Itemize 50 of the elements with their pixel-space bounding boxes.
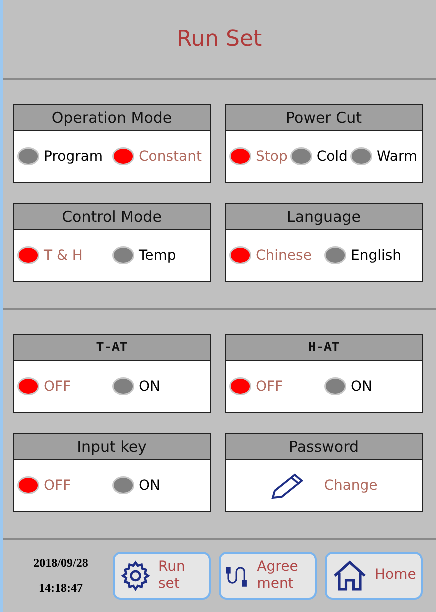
option-label: Stop — [256, 148, 288, 164]
option-label: Warm — [376, 148, 418, 164]
radio-indicator[interactable] — [231, 248, 250, 263]
change-label: Change — [324, 478, 378, 494]
panel-header: Password — [226, 434, 422, 460]
nav-button[interactable]: Run set — [113, 552, 211, 600]
radio-indicator[interactable] — [114, 478, 133, 493]
option-label: Temp — [139, 248, 176, 264]
option-label: Chinese — [256, 248, 312, 264]
radio-indicator[interactable] — [326, 379, 345, 394]
option-label: Constant — [139, 148, 202, 164]
radio-indicator[interactable] — [19, 149, 38, 164]
change-button[interactable]: Change — [270, 472, 378, 500]
nav-label: Agree ment — [257, 558, 300, 594]
nav-button[interactable]: Home — [325, 552, 423, 600]
option-label: ON — [139, 478, 160, 494]
page-title: Run Set — [3, 0, 436, 80]
option-label: T & H — [44, 248, 83, 264]
option-label: English — [351, 248, 402, 264]
option-label: ON — [139, 378, 160, 394]
option-label: OFF — [44, 378, 72, 394]
time-text: 14:18:47 — [39, 581, 83, 596]
panel-header: Language — [226, 204, 422, 230]
radio-indicator[interactable] — [114, 248, 133, 263]
radio-indicator[interactable] — [231, 379, 250, 394]
nav-button[interactable]: Agree ment — [219, 552, 317, 600]
nav-label: Run set — [158, 558, 186, 594]
radio-indicator[interactable] — [19, 248, 38, 263]
panel-header: Operation Mode — [14, 105, 210, 131]
option-label: OFF — [44, 478, 72, 494]
option-label: Program — [44, 148, 104, 164]
panel-header: Power Cut — [226, 105, 422, 131]
date-text: 2018/09/28 — [34, 556, 88, 571]
option-label: OFF — [256, 378, 284, 394]
pencil-icon — [270, 472, 306, 500]
nav-label: Home — [375, 567, 416, 585]
radio-indicator[interactable] — [114, 149, 133, 164]
option-label: ON — [351, 378, 372, 394]
radio-indicator[interactable] — [326, 248, 345, 263]
panel-header: H-AT — [226, 335, 422, 361]
panel-header: Input key — [14, 434, 210, 460]
radio-indicator[interactable] — [231, 149, 250, 164]
radio-indicator[interactable] — [19, 478, 38, 493]
option-label: Cold — [316, 148, 348, 164]
panel-header: Control Mode — [14, 204, 210, 230]
radio-indicator[interactable] — [114, 379, 133, 394]
panel-header: T-AT — [14, 335, 210, 361]
radio-indicator[interactable] — [352, 149, 371, 164]
radio-indicator[interactable] — [292, 149, 311, 164]
radio-indicator[interactable] — [19, 379, 38, 394]
